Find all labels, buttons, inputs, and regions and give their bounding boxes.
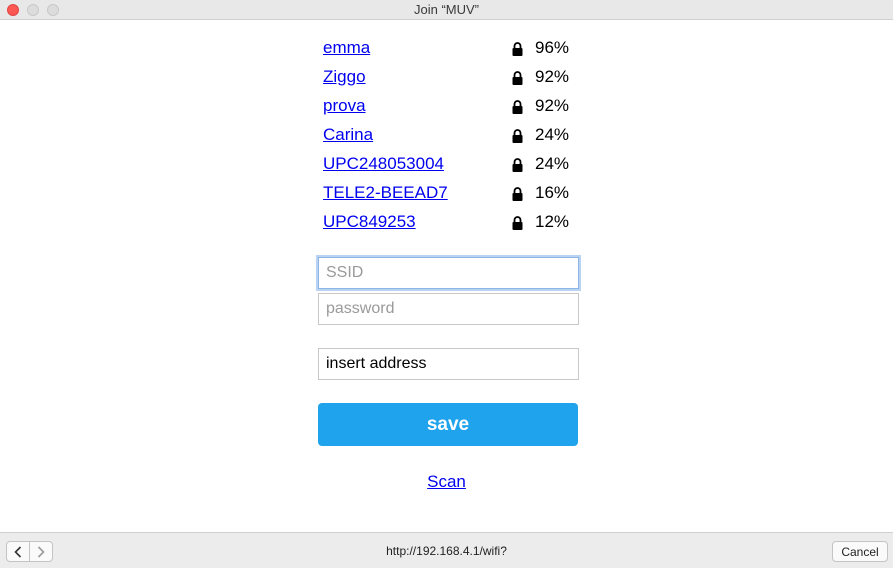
network-row: TELE2-BEEAD7 16% xyxy=(323,179,583,208)
lock-icon xyxy=(512,129,523,143)
signal-strength: 16% xyxy=(535,183,570,202)
signal-strength: 92% xyxy=(535,67,570,86)
lock-icon xyxy=(512,187,523,201)
scan-link[interactable]: Scan xyxy=(427,472,466,491)
ssid-input[interactable] xyxy=(318,257,579,289)
network-link[interactable]: TELE2-BEEAD7 xyxy=(323,183,448,203)
signal-strength: 92% xyxy=(535,96,570,115)
network-row: emma 96% xyxy=(323,34,583,63)
network-row: UPC248053004 24% xyxy=(323,150,583,179)
network-link[interactable]: UPC849253 xyxy=(323,212,416,232)
network-list: emma 96% Ziggo 92% prova 92% Carina 24% … xyxy=(323,34,583,237)
window-titlebar: Join “MUV” xyxy=(0,0,893,20)
network-link[interactable]: emma xyxy=(323,38,370,58)
network-row: prova 92% xyxy=(323,92,583,121)
network-link[interactable]: prova xyxy=(323,96,366,116)
network-row: Ziggo 92% xyxy=(323,63,583,92)
lock-icon xyxy=(512,216,523,230)
url-text: http://192.168.4.1/wifi? xyxy=(386,544,507,558)
network-link[interactable]: UPC248053004 xyxy=(323,154,444,174)
lock-icon xyxy=(512,100,523,114)
scan-link-container: Scan xyxy=(0,472,893,492)
save-button[interactable]: save xyxy=(318,403,578,446)
signal-strength: 24% xyxy=(535,125,570,144)
network-link[interactable]: Carina xyxy=(323,125,373,145)
cancel-button[interactable]: Cancel xyxy=(832,541,888,562)
signal-strength: 24% xyxy=(535,154,570,173)
password-input[interactable] xyxy=(318,293,579,325)
window-title: Join “MUV” xyxy=(413,2,479,17)
signal-strength: 12% xyxy=(535,212,570,231)
network-link[interactable]: Ziggo xyxy=(323,67,366,87)
network-row: UPC849253 12% xyxy=(323,208,583,237)
lock-icon xyxy=(512,42,523,56)
lock-icon xyxy=(512,71,523,85)
bottom-toolbar: http://192.168.4.1/wifi? Cancel xyxy=(0,532,893,568)
network-row: Carina 24% xyxy=(323,121,583,150)
lock-icon xyxy=(512,158,523,172)
signal-strength: 96% xyxy=(535,38,570,57)
address-input[interactable] xyxy=(318,348,579,380)
